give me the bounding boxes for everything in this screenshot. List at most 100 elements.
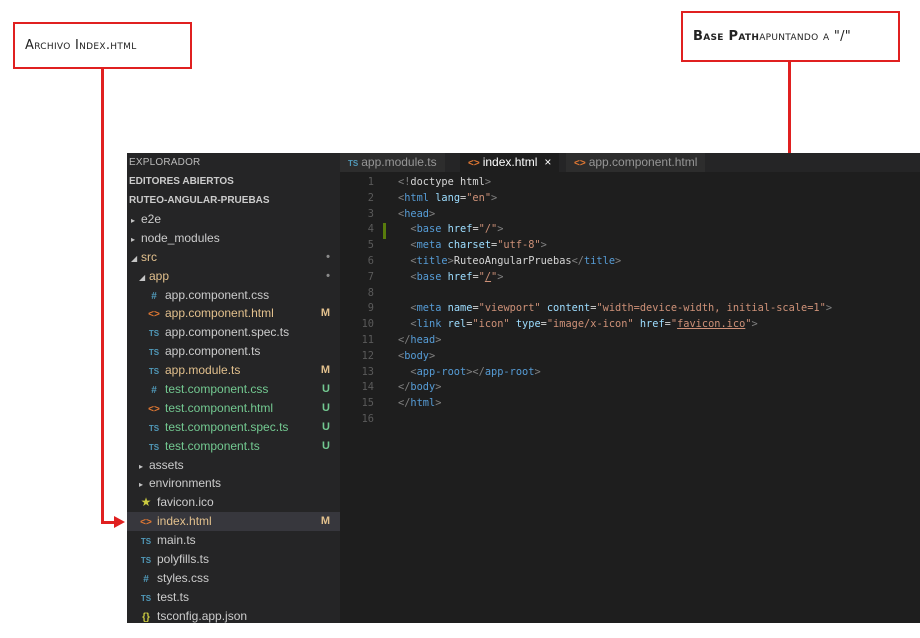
file-tree: ▸ e2e ▸ node_modules ◢ src • ◢ app • # app.componen… [127, 210, 340, 623]
line-number: 15 [361, 397, 374, 410]
git-status-badge: M [320, 515, 330, 528]
tree-item-label: index.html [157, 514, 212, 529]
tree-item-app-component-spec-ts[interactable]: TS app.component.spec.ts [127, 323, 340, 342]
tree-item-label: app.component.css [165, 287, 270, 302]
code-line: </body> [398, 381, 442, 394]
code-line: <!doctype html> [398, 176, 492, 188]
code-line: <html lang="en"> [398, 191, 498, 204]
tree-item-label: polyfills.ts [157, 552, 210, 567]
tree-item-label: styles.css [157, 570, 210, 585]
code-line: <body> [398, 349, 436, 362]
tree-item-test-component-spec-ts[interactable]: TS test.component.spec.ts U [127, 418, 340, 437]
tree-item-index-html[interactable]: <> index.html M [127, 512, 340, 532]
tree-item-label: src [141, 249, 157, 264]
tree-item-label: app.component.spec.ts [165, 325, 290, 340]
star-icon: ★ [140, 495, 152, 510]
git-modified-gutter [383, 223, 386, 240]
line-number: 1 [367, 176, 374, 188]
tree-item-app-component-ts[interactable]: TS app.component.ts [127, 342, 340, 361]
tree-item-main-ts[interactable]: TS main.ts [127, 531, 340, 550]
tree-item-node-modules[interactable]: ▸ node_modules [127, 229, 340, 248]
editor-tabs: TS app.module.ts <> index.html × <> app.compon… [340, 153, 920, 172]
tab-app-module-ts[interactable]: TS app.module.ts [340, 153, 445, 172]
tree-item-app-module-ts[interactable]: TS app.module.ts M [127, 361, 340, 380]
explorer-header: EXPLORADOR [129, 157, 201, 168]
tree-item-polyfills-ts[interactable]: TS polyfills.ts [127, 550, 340, 569]
code-line: </html> [398, 397, 442, 410]
git-status-badge: • [326, 250, 330, 263]
code-line: <app-root></app-root> [410, 365, 541, 378]
git-status-badge: • [326, 269, 330, 282]
tree-item-label: node_modules [141, 230, 220, 245]
git-status-badge: U [322, 401, 330, 414]
html-icon: <> [468, 158, 480, 169]
code-line: <base href="/"> [410, 223, 504, 236]
code-line: <head> [398, 207, 436, 220]
tree-item-label: test.component.ts [165, 438, 260, 453]
tree-item-label: test.component.html [165, 400, 274, 415]
tab-index-html[interactable]: <> index.html × [460, 153, 560, 172]
tree-item-label: app.module.ts [165, 363, 241, 378]
tree-item-app-component-html[interactable]: <> app.component.html M [127, 304, 340, 323]
tree-item-test-component-html[interactable]: <> test.component.html U [127, 399, 340, 418]
tree-item-label: test.ts [157, 589, 190, 604]
tab-label: index.html [482, 155, 538, 169]
git-status-badge: M [320, 364, 330, 377]
tree-item-app[interactable]: ◢ app • [127, 267, 340, 286]
tree-item-assets[interactable]: ▸ assets [127, 456, 340, 475]
code-line: <base href="/"> [410, 270, 504, 283]
line-number: 5 [367, 239, 374, 252]
json-icon: {} [142, 611, 150, 623]
left-arrow-head [114, 516, 125, 528]
close-icon[interactable]: × [544, 155, 551, 169]
tree-item-label: test.component.css [165, 382, 269, 397]
tree-item-e2e[interactable]: ▸ e2e [127, 210, 340, 229]
annotation-base-path-rest: apuntando a "/" [759, 29, 852, 44]
tree-item-styles-css[interactable]: # styles.css [127, 569, 340, 588]
line-number: 8 [367, 286, 374, 299]
tree-item-label: main.ts [157, 533, 196, 548]
tree-item-label: environments [149, 476, 222, 491]
tree-item-label: test.component.spec.ts [165, 419, 289, 434]
tree-item-app-component-css[interactable]: # app.component.css [127, 286, 340, 305]
tree-item-test-ts[interactable]: TS test.ts [127, 588, 340, 607]
git-status-badge: M [320, 307, 330, 320]
tree-item-label: tsconfig.app.json [157, 608, 248, 623]
code-line: </head> [398, 334, 442, 346]
ts-icon: TS [348, 159, 359, 168]
tab-label: app.module.ts [361, 155, 437, 169]
annotation-index-file: Archivo Index.html [13, 22, 192, 69]
line-number: 4 [367, 223, 374, 236]
code-line: <meta charset="utf-8"> [410, 239, 547, 252]
project-section[interactable]: RUTEO-ANGULAR-PRUEBAS [127, 191, 340, 210]
line-number: 6 [367, 255, 374, 267]
line-number: 12 [361, 349, 374, 362]
git-status-badge: U [322, 420, 330, 433]
html-icon: <> [574, 158, 586, 169]
tree-item-label: favicon.ico [157, 495, 214, 510]
tree-item-label: app.component.html [165, 306, 274, 321]
line-number: 2 [367, 191, 374, 204]
git-status-badge: U [322, 383, 330, 396]
line-number: 11 [361, 334, 374, 346]
editor-window: EXPLORADOR EDITORES ABIERTOS RUTEO-ANGUL… [127, 153, 920, 623]
tree-item-src[interactable]: ◢ src • [127, 248, 340, 267]
git-status-badge: U [322, 439, 330, 452]
tree-item-label: e2e [141, 212, 162, 226]
tree-item-test-component-css[interactable]: # test.component.css U [127, 380, 340, 399]
line-number: 7 [367, 270, 374, 283]
annotation-base-path-bold: Base Path [693, 29, 760, 44]
open-editors-section[interactable]: EDITORES ABIERTOS [127, 172, 340, 191]
tree-item-environments[interactable]: ▸ environments [127, 474, 340, 493]
tree-item-label: app.component.ts [165, 344, 261, 359]
tree-item-favicon-ico[interactable]: ★ favicon.ico [127, 493, 340, 512]
annotation-index-file-text: Archivo Index.html [25, 38, 137, 53]
code-line: <link rel="icon" type="image/x-icon" hre… [410, 318, 758, 331]
tree-item-test-component-ts[interactable]: TS test.component.ts U [127, 437, 340, 456]
tree-item-tsconfig-app-json[interactable]: {} tsconfig.app.json [127, 607, 340, 623]
tree-item-label: app [149, 268, 170, 283]
line-number: 3 [367, 207, 374, 220]
tab-app-component-html[interactable]: <> app.component.html [566, 153, 706, 172]
line-number: 10 [361, 318, 374, 331]
line-number: 16 [361, 413, 374, 425]
